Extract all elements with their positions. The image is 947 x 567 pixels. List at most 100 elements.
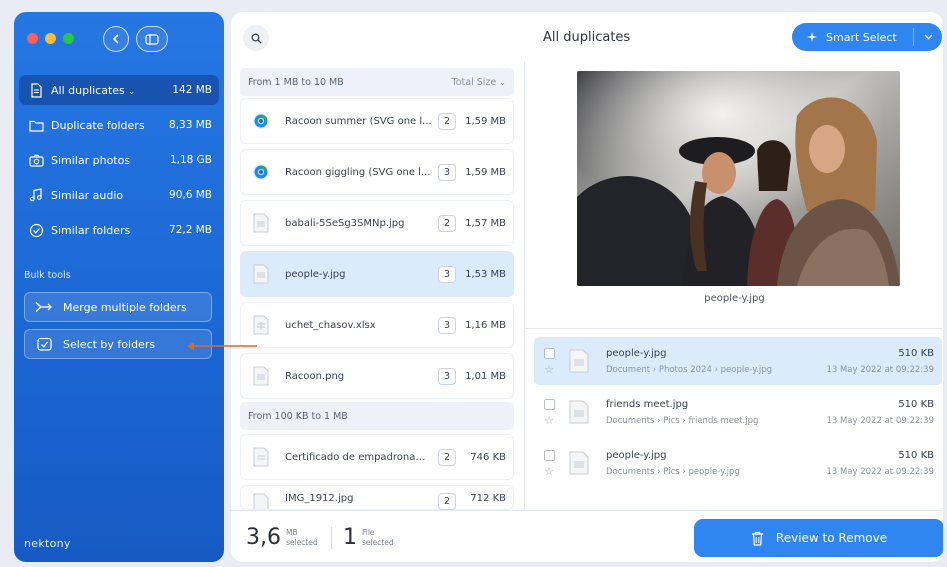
select-by-folders-button[interactable]: Select by folders	[24, 329, 212, 359]
file-size: 1,59 MB	[465, 166, 506, 178]
file-size: 1,57 MB	[465, 217, 506, 229]
sidebar-item-duplicate-folders[interactable]: Duplicate folders 8,33 MB	[19, 110, 219, 140]
duplicate-count-badge: 3	[438, 316, 456, 334]
folder-icon	[27, 116, 45, 134]
image-file-icon	[568, 449, 590, 477]
annotation-arrow-icon	[187, 342, 257, 350]
sidebar-item-similar-audio[interactable]: Similar audio 90,6 MB	[19, 180, 219, 210]
list-item[interactable]: Certificado de empadronam... 2 746 KB	[240, 434, 514, 480]
file-size: 712 KB	[470, 493, 506, 504]
list-item[interactable]: Racoon.png 3 1,01 MB	[240, 353, 514, 399]
star-icon[interactable]: ☆	[544, 415, 554, 426]
sidebar-item-label: Similar photos	[51, 153, 131, 167]
duplicate-count-badge: 2	[438, 448, 456, 466]
sidebar-item-label: Similar folders	[51, 223, 131, 237]
star-icon[interactable]: ☆	[544, 466, 554, 477]
footer-bar: 3,6 MB selected 1 File selected Review t…	[231, 510, 943, 562]
page-title: All duplicates	[543, 30, 631, 45]
image-file-icon	[568, 398, 590, 426]
select-checkbox[interactable]	[543, 347, 555, 359]
search-icon	[251, 33, 261, 43]
back-button[interactable]	[103, 26, 129, 52]
list-item[interactable]: uchet_chasov.xlsx 3 1,16 MB	[240, 302, 514, 348]
list-item[interactable]: IMG_1912.jpg 2 712 KB	[240, 485, 514, 510]
camera-icon	[27, 151, 45, 169]
divider	[331, 527, 332, 549]
chevron-down-icon: ⌄	[128, 86, 135, 96]
selected-files-stat: 1 File selected	[343, 525, 394, 550]
smart-select-button[interactable]: Smart Select	[792, 23, 942, 51]
list-item[interactable]: Racoon summer (SVG one l... 2 1,59 MB	[240, 98, 514, 144]
sidebar-item-similar-photos[interactable]: Similar photos 1,18 GB	[19, 145, 219, 175]
file-name: Racoon summer (SVG one l...	[285, 115, 432, 127]
merge-folders-button[interactable]: Merge multiple folders	[24, 292, 212, 322]
folder-check-icon	[27, 221, 45, 239]
zoom-window-button[interactable]	[63, 33, 74, 44]
group-header-label: From 100 KB to 1 MB	[248, 410, 348, 422]
review-to-remove-label: Review to Remove	[775, 531, 888, 545]
image-file-icon	[250, 261, 272, 287]
sidebar-item-size: 72,2 MB	[169, 224, 212, 236]
search-button[interactable]	[243, 25, 269, 51]
duplicate-item[interactable]: ☆ people-y.jpg Document › Photos 2024 › …	[534, 337, 942, 385]
duplicate-size: 510 KB	[898, 449, 934, 461]
image-file-icon	[250, 210, 272, 236]
chrome-icon	[250, 108, 272, 134]
duplicate-item[interactable]: ☆ friends meet.jpg Documents › Pics › fr…	[534, 388, 942, 436]
sidebar-item-size: 1,18 GB	[169, 154, 212, 166]
select-checkbox[interactable]	[543, 398, 555, 410]
list-item[interactable]: babali-5SeSg3SMNp.jpg 2 1,57 MB	[240, 200, 514, 246]
file-name: Certificado de empadronam...	[285, 451, 435, 463]
duplicate-file-list[interactable]: From 1 MB to 10 MB Total Size ⌄ Racoon s…	[231, 62, 525, 510]
duplicate-date: 13 May 2022 at 09:22:39	[826, 415, 934, 426]
duplicate-name: friends meet.jpg	[606, 398, 689, 410]
bulk-tools-heading: Bulk tools	[24, 270, 71, 281]
sidebar-item-similar-folders[interactable]: Similar folders 72,2 MB	[19, 215, 219, 245]
duplicate-size: 510 KB	[898, 347, 934, 359]
sort-dropdown[interactable]: Total Size ⌄	[452, 77, 506, 88]
selected-size-value: 3,6	[246, 525, 281, 550]
list-item[interactable]: people-y.jpg 3 1,53 MB	[240, 251, 514, 297]
duplicate-meta: 510 KB 13 May 2022 at 09:22:39	[826, 450, 934, 477]
selected-size-unit: MB	[286, 527, 298, 537]
sparkle-icon	[806, 31, 818, 43]
duplicate-size: 510 KB	[898, 398, 934, 410]
duplicate-item[interactable]: ☆ people-y.jpg Documents › Pics › people…	[534, 439, 942, 487]
toggle-sidebar-button[interactable]	[136, 26, 168, 52]
list-item[interactable]: Racoon giggling (SVG one l... 3 1,59 MB	[240, 149, 514, 195]
chevron-down-icon[interactable]	[914, 34, 942, 40]
duplicate-info: friends meet.jpg Documents › Pics › frie…	[606, 399, 826, 426]
duplicate-count-badge: 3	[438, 265, 456, 283]
review-to-remove-button[interactable]: Review to Remove	[694, 519, 943, 557]
minimize-window-button[interactable]	[45, 33, 56, 44]
select-by-folders-label: Select by folders	[63, 337, 156, 351]
music-note-icon	[27, 186, 45, 204]
duplicate-path: Documents › Pics › friends meet.jpg	[606, 415, 759, 426]
duplicate-path: Documents › Pics › people-y.jpg	[606, 466, 740, 477]
duplicate-path: Document › Photos 2024 › people-y.jpg	[606, 364, 773, 375]
selected-size-stat: 3,6 MB selected	[246, 525, 318, 550]
main-panel: All duplicates Smart Select From 1 MB to…	[231, 12, 943, 562]
sidebar-item-all-duplicates[interactable]: All duplicates ⌄ 142 MB	[19, 75, 219, 105]
duplicate-count-badge: 2	[438, 112, 456, 130]
brand-logo: nektony	[24, 537, 71, 550]
selected-size-sub: selected	[286, 537, 318, 547]
duplicate-count-badge: 3	[438, 163, 456, 181]
selected-files-unit: File	[362, 527, 375, 537]
chevron-down-icon: ⌄	[499, 77, 506, 87]
preview-caption: people-y.jpg	[704, 293, 765, 304]
group-header-label: From 1 MB to 10 MB	[248, 76, 344, 88]
close-window-button[interactable]	[27, 33, 38, 44]
window-controls	[27, 33, 74, 44]
document-file-icon	[250, 444, 272, 470]
file-size: 1,16 MB	[465, 319, 506, 331]
chevron-left-icon	[112, 34, 119, 44]
select-checkbox[interactable]	[543, 449, 555, 461]
duplicate-date: 13 May 2022 at 09:22:39	[826, 364, 934, 375]
file-name: Racoon.png	[285, 370, 345, 382]
preview-panel: people-y.jpg ☆ people-y.jpg Document › P…	[526, 62, 943, 510]
star-icon[interactable]: ☆	[544, 364, 554, 375]
duplicate-name: people-y.jpg	[606, 449, 667, 461]
image-file-icon	[568, 347, 590, 375]
folder-select-icon	[35, 335, 53, 353]
